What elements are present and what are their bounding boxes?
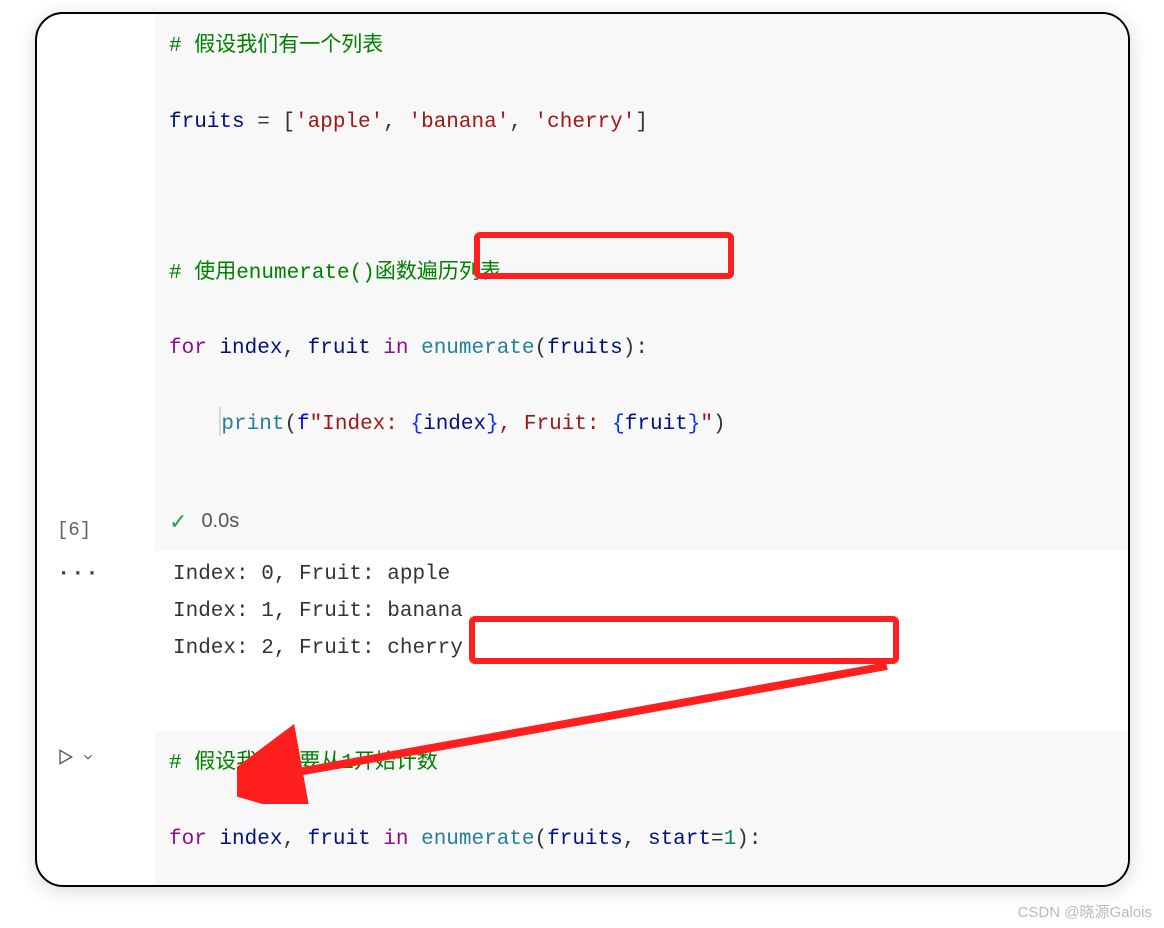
cell-output: ··· Index: 0, Fruit: appleIndex: 1, Frui…: [37, 551, 1128, 681]
code-function: print: [221, 413, 284, 436]
code-var: index: [207, 337, 283, 360]
code-editor[interactable]: # 假设我们想要从1开始计数 for index, fruit in enume…: [155, 731, 1128, 887]
code-var: fruit: [625, 413, 688, 436]
check-icon: ✓: [169, 502, 187, 542]
watermark: CSDN @晓源Galois: [1018, 901, 1152, 922]
chevron-down-icon[interactable]: [81, 750, 95, 769]
code-string: 'cherry': [535, 111, 636, 134]
code-editor[interactable]: # 假设我们有一个列表 fruits = ['apple', 'banana',…: [155, 14, 1128, 492]
exec-time: 0.0s: [201, 503, 239, 539]
output-line: Index: 1, Fruit: banana: [173, 594, 1114, 631]
code-fstring-text: Index:: [322, 413, 410, 436]
run-controls[interactable]: [55, 747, 95, 772]
cell-status: [6] ✓ 0.0s: [37, 492, 1128, 552]
code-bracket: [: [282, 111, 295, 134]
code-keyword: in: [371, 828, 421, 851]
code-var: fruits: [547, 828, 623, 851]
output-line: Index: 0, Fruit: apple: [173, 557, 1114, 594]
code-var: index: [207, 828, 283, 851]
cell-body: # 假设我们想要从1开始计数 for index, fruit in enume…: [37, 731, 1128, 887]
code-keyword: for: [169, 828, 207, 851]
output-gutter: ···: [37, 551, 155, 681]
output-line: Index: 2, Fruit: cherry: [173, 631, 1114, 668]
cell-gutter: [37, 14, 155, 492]
code-string: 'banana': [408, 111, 509, 134]
cell-7: # 假设我们想要从1开始计数 for index, fruit in enume…: [35, 731, 1128, 887]
code-function: enumerate: [421, 828, 534, 851]
code-var: fruits: [169, 111, 245, 134]
code-bracket: ]: [635, 111, 648, 134]
code-op: =: [245, 111, 283, 134]
code-function: enumerate: [421, 337, 534, 360]
code-var: index: [423, 413, 486, 436]
code-var: fruits: [547, 337, 623, 360]
cell-6: # 假设我们有一个列表 fruits = ['apple', 'banana',…: [37, 14, 1128, 681]
code-var: fruit: [308, 828, 371, 851]
output-text: Index: 0, Fruit: appleIndex: 1, Fruit: b…: [155, 551, 1128, 681]
code-comment: # 使用enumerate()函数遍历列表: [169, 262, 501, 285]
code-var: fruit: [308, 337, 371, 360]
code-keyword: in: [371, 337, 421, 360]
notebook-card: # 假设我们有一个列表 fruits = ['apple', 'banana',…: [35, 12, 1130, 887]
code-string: 'apple': [295, 111, 383, 134]
code-fstring-text: , Fruit:: [499, 413, 612, 436]
ellipsis-icon[interactable]: ···: [57, 561, 100, 681]
code-number: 1: [724, 828, 737, 851]
code-comment: # 假设我们有一个列表: [169, 35, 383, 58]
cell-number: [6]: [57, 519, 91, 541]
code-comment: # 假设我们想要从1开始计数: [169, 752, 438, 775]
code-fstring-prefix: f: [297, 413, 310, 436]
play-icon[interactable]: [55, 747, 75, 772]
code-kwarg: start: [648, 828, 711, 851]
cell-body: # 假设我们有一个列表 fruits = ['apple', 'banana',…: [37, 14, 1128, 492]
code-keyword: for: [169, 337, 207, 360]
